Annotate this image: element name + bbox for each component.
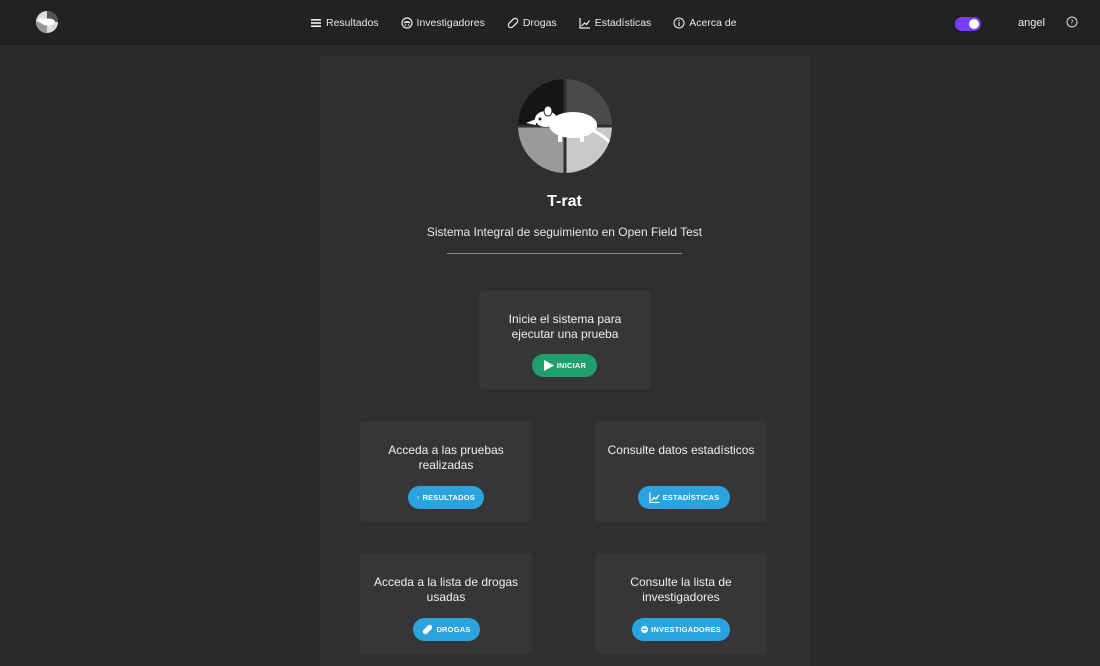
nav-item-label: Investigadores — [416, 16, 485, 29]
chart-icon — [579, 17, 590, 29]
nav-item-resultados[interactable]: Resultados — [310, 17, 379, 29]
investigators-card: Consulte la lista de investigadores INVE… — [595, 553, 767, 654]
start-card: Inicie el sistema para ejecutar una prue… — [479, 291, 651, 389]
info-icon — [673, 16, 685, 29]
pill-icon — [423, 624, 433, 635]
list-icon — [417, 496, 420, 499]
divider — [447, 253, 682, 254]
results-button[interactable]: RESULTADOS — [408, 486, 484, 509]
results-card-text: Acceda a las pruebas realizadas — [388, 443, 504, 472]
play-icon — [543, 360, 554, 371]
stats-card: Consulte datos estadísticos ESTADÍSTICAS — [595, 421, 767, 522]
investigators-button-label: INVESTIGADORES — [651, 625, 721, 634]
chart-icon — [648, 492, 660, 503]
nav-item-investigadores[interactable]: Investigadores — [400, 16, 485, 29]
drugs-button[interactable]: DROGAS — [413, 618, 480, 641]
top-navbar: Resultados Investigadores Drogas Estadís… — [0, 0, 1100, 45]
drugs-button-label: DROGAS — [436, 625, 471, 634]
nav-item-estadisticas[interactable]: Estadísticas — [579, 16, 652, 29]
investigators-button[interactable]: INVESTIGADORES — [632, 618, 730, 641]
nav-item-acerca-de[interactable]: Acerca de — [673, 16, 737, 29]
pill-icon — [507, 17, 519, 28]
nav-item-label: Acerca de — [689, 16, 737, 29]
nav-item-label: Resultados — [326, 16, 379, 29]
nav-item-label: Drogas — [522, 16, 557, 29]
list-icon — [311, 18, 321, 27]
app-logo-icon[interactable] — [36, 11, 58, 33]
user-name[interactable]: angel — [1018, 17, 1045, 29]
page-title: T-rat — [547, 193, 582, 210]
nav-item-label: Estadísticas — [594, 16, 652, 29]
toggle-knob — [969, 19, 979, 29]
drugs-card: Acceda a la lista de drogas usadas DROGA… — [360, 553, 532, 654]
start-button[interactable]: INICIAR — [532, 354, 597, 377]
rat-logo-icon — [518, 79, 612, 173]
stats-button-label: ESTADÍSTICAS — [662, 493, 720, 502]
drugs-card-text: Acceda a la lista de drogas usadas — [373, 575, 519, 604]
stats-button[interactable]: ESTADÍSTICAS — [638, 486, 730, 509]
investigator-icon — [641, 625, 649, 634]
svg-text:?: ? — [1070, 19, 1074, 27]
results-card: Acceda a las pruebas realizadas RESULTAD… — [360, 421, 532, 522]
theme-toggle[interactable] — [955, 17, 981, 31]
stats-card-text: Consulte datos estadísticos — [607, 443, 755, 457]
page-subtitle: Sistema Integral de seguimiento en Open … — [426, 225, 703, 239]
help-icon[interactable]: ? — [1066, 16, 1078, 28]
investigators-card-text: Consulte la lista de investigadores — [630, 575, 732, 604]
main-nav: Resultados Investigadores Drogas Estadís… — [310, 0, 759, 45]
investigator-icon — [400, 16, 413, 29]
results-button-label: RESULTADOS — [422, 493, 475, 502]
start-button-label: INICIAR — [556, 361, 587, 370]
start-card-text: Inicie el sistema para ejecutar una prue… — [508, 312, 622, 341]
nav-item-drogas[interactable]: Drogas — [507, 17, 557, 29]
